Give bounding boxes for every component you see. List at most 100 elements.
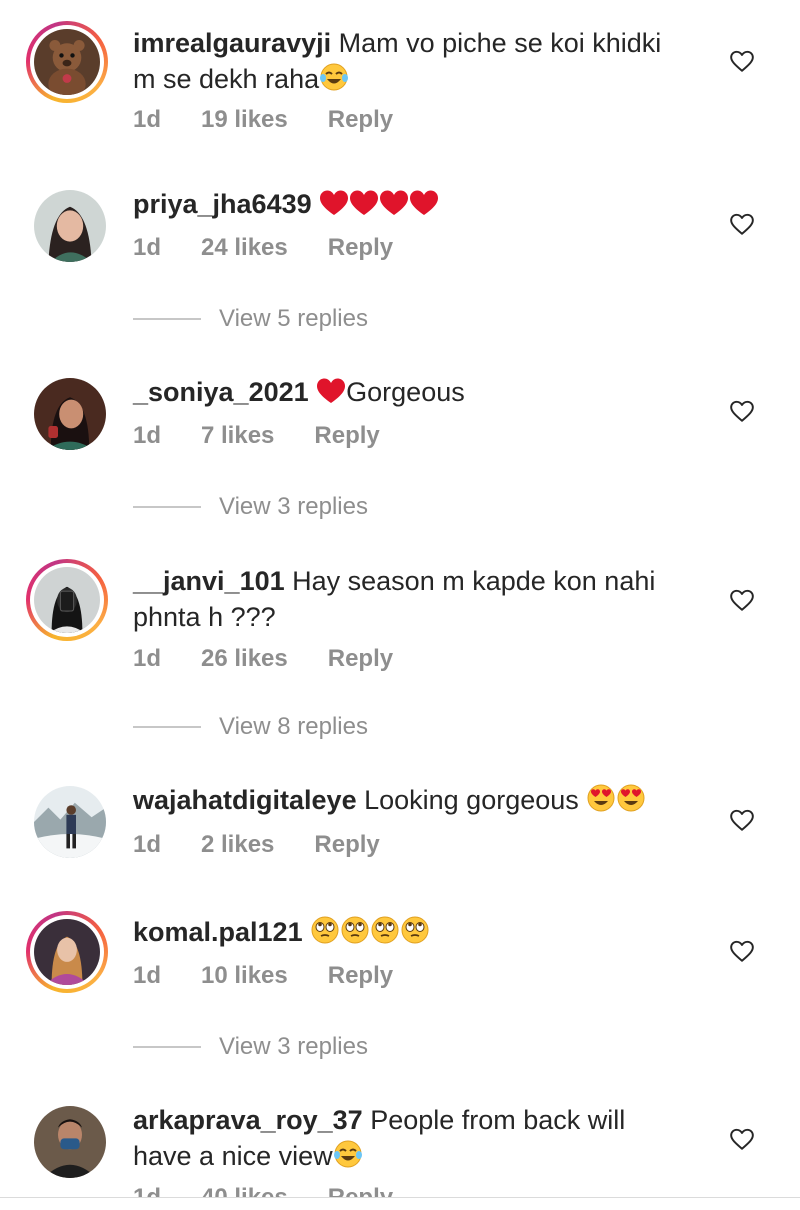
comment-meta: 1d 24 likes Reply	[133, 234, 393, 262]
eye-roll-emoji	[371, 916, 399, 944]
comment-time: 1d	[133, 422, 162, 449]
comment-likes[interactable]: 26 likes	[201, 645, 288, 673]
comment-likes[interactable]: 10 likes	[201, 962, 288, 990]
avatar	[34, 1106, 106, 1178]
avatar-image-man	[34, 1106, 106, 1178]
like-comment-button[interactable]	[729, 398, 755, 424]
tears-of-joy-emoji	[320, 63, 349, 91]
comment-body: Looking gorgeous	[356, 785, 587, 815]
reply-button[interactable]: Reply	[328, 645, 393, 673]
view-replies-button[interactable]: View 8 replies	[133, 713, 368, 741]
avatar-image-snow	[34, 786, 106, 858]
avatar	[34, 29, 100, 95]
comment-body: Gorgeous	[346, 377, 465, 407]
comment-username[interactable]: priya_jha6439	[133, 189, 312, 219]
reply-button[interactable]: Reply	[328, 234, 393, 262]
red-heart-emoji	[350, 190, 379, 215]
comment-likes[interactable]: 19 likes	[201, 106, 288, 134]
eye-roll-emoji	[311, 916, 339, 944]
tears-of-joy-emoji	[333, 1140, 362, 1168]
view-replies-label[interactable]: View 8 replies	[219, 713, 368, 741]
avatar	[34, 786, 106, 858]
comment-username[interactable]: arkaprava_roy_37	[133, 1105, 363, 1135]
comment-text: imrealgauravyji Mam vo piche se koi khid…	[133, 25, 693, 97]
view-replies-button[interactable]: View 3 replies	[133, 1033, 368, 1061]
avatar-wrapper[interactable]	[34, 786, 106, 858]
heart-outline-icon	[730, 400, 754, 422]
divider-line	[133, 318, 201, 320]
heart-eyes-emoji	[617, 784, 645, 812]
avatar-image-mirror-selfie	[34, 567, 100, 633]
reply-button[interactable]: Reply	[328, 106, 393, 134]
avatar	[34, 919, 100, 985]
comment-text: wajahatdigitaleye Looking gorgeous	[133, 782, 693, 818]
heart-outline-icon	[730, 50, 754, 72]
heart-outline-icon	[730, 213, 754, 235]
red-heart-emoji	[380, 190, 409, 215]
comment-body: People from back will	[362, 1105, 626, 1135]
heart-outline-icon	[730, 809, 754, 831]
comment-username[interactable]: _soniya_2021	[133, 377, 309, 407]
comment-username[interactable]: __janvi_101	[133, 566, 285, 596]
avatar-wrapper[interactable]	[34, 1106, 106, 1178]
comment-meta: 1d 2 likes Reply	[133, 831, 380, 859]
comment-username[interactable]: komal.pal121	[133, 917, 303, 947]
view-replies-label[interactable]: View 5 replies	[219, 305, 368, 333]
red-heart-emoji	[320, 190, 349, 215]
avatar-image-woman	[34, 190, 106, 262]
reply-button[interactable]: Reply	[314, 422, 379, 450]
red-heart-emoji	[317, 378, 346, 403]
comment-username[interactable]: wajahatdigitaleye	[133, 785, 357, 815]
eye-roll-emoji	[341, 916, 369, 944]
comment-time: 1d	[133, 645, 162, 672]
comment-likes[interactable]: 7 likes	[201, 422, 274, 450]
comment-time: 1d	[133, 962, 162, 989]
comment-meta: 1d 7 likes Reply	[133, 422, 380, 450]
reply-button[interactable]: Reply	[328, 962, 393, 990]
comment-meta: 1d 10 likes Reply	[133, 962, 393, 990]
comment-time: 1d	[133, 831, 162, 858]
heart-eyes-emoji	[587, 784, 615, 812]
heart-outline-icon	[730, 940, 754, 962]
view-replies-label[interactable]: View 3 replies	[219, 1033, 368, 1061]
avatar	[34, 567, 100, 633]
avatar-wrapper[interactable]	[34, 378, 106, 450]
like-comment-button[interactable]	[729, 48, 755, 74]
view-replies-button[interactable]: View 5 replies	[133, 305, 368, 333]
avatar	[34, 190, 106, 262]
avatar-story-ring[interactable]	[26, 21, 108, 103]
comment-body-line2: have a nice view	[133, 1141, 333, 1171]
like-comment-button[interactable]	[729, 1126, 755, 1152]
view-replies-button[interactable]: View 3 replies	[133, 493, 368, 521]
reply-button[interactable]: Reply	[314, 831, 379, 859]
avatar-image-woman	[34, 378, 106, 450]
comment-text: priya_jha6439	[133, 186, 693, 222]
divider-line	[133, 506, 201, 508]
avatar	[34, 378, 106, 450]
comment-text: _soniya_2021 Gorgeous	[133, 374, 693, 410]
like-comment-button[interactable]	[729, 211, 755, 237]
divider-line	[133, 1046, 201, 1048]
like-comment-button[interactable]	[729, 938, 755, 964]
heart-outline-icon	[730, 1128, 754, 1150]
comment-likes[interactable]: 24 likes	[201, 234, 288, 262]
avatar-wrapper[interactable]	[34, 190, 106, 262]
comment-body-line2: m se dekh raha	[133, 64, 320, 94]
avatar-image-teddy	[34, 29, 100, 95]
like-comment-button[interactable]	[729, 587, 755, 613]
avatar-story-ring[interactable]	[26, 911, 108, 993]
comment-body: Mam vo piche se koi khidki	[331, 28, 662, 58]
comment-body: Hay season m kapde kon nahi	[284, 566, 656, 596]
comment-text: __janvi_101 Hay season m kapde kon nahi …	[133, 563, 693, 635]
view-replies-label[interactable]: View 3 replies	[219, 493, 368, 521]
bottom-edge	[0, 1198, 800, 1210]
comment-username[interactable]: imrealgauravyji	[133, 28, 331, 58]
divider-line	[133, 726, 201, 728]
comment-text: arkaprava_roy_37 People from back will h…	[133, 1102, 693, 1174]
comment-body-line2: phnta h ???	[133, 602, 276, 632]
avatar-story-ring[interactable]	[26, 559, 108, 641]
avatar-image-woman	[34, 919, 100, 985]
like-comment-button[interactable]	[729, 807, 755, 833]
comment-likes[interactable]: 2 likes	[201, 831, 274, 859]
comment-meta: 1d 19 likes Reply	[133, 106, 393, 134]
